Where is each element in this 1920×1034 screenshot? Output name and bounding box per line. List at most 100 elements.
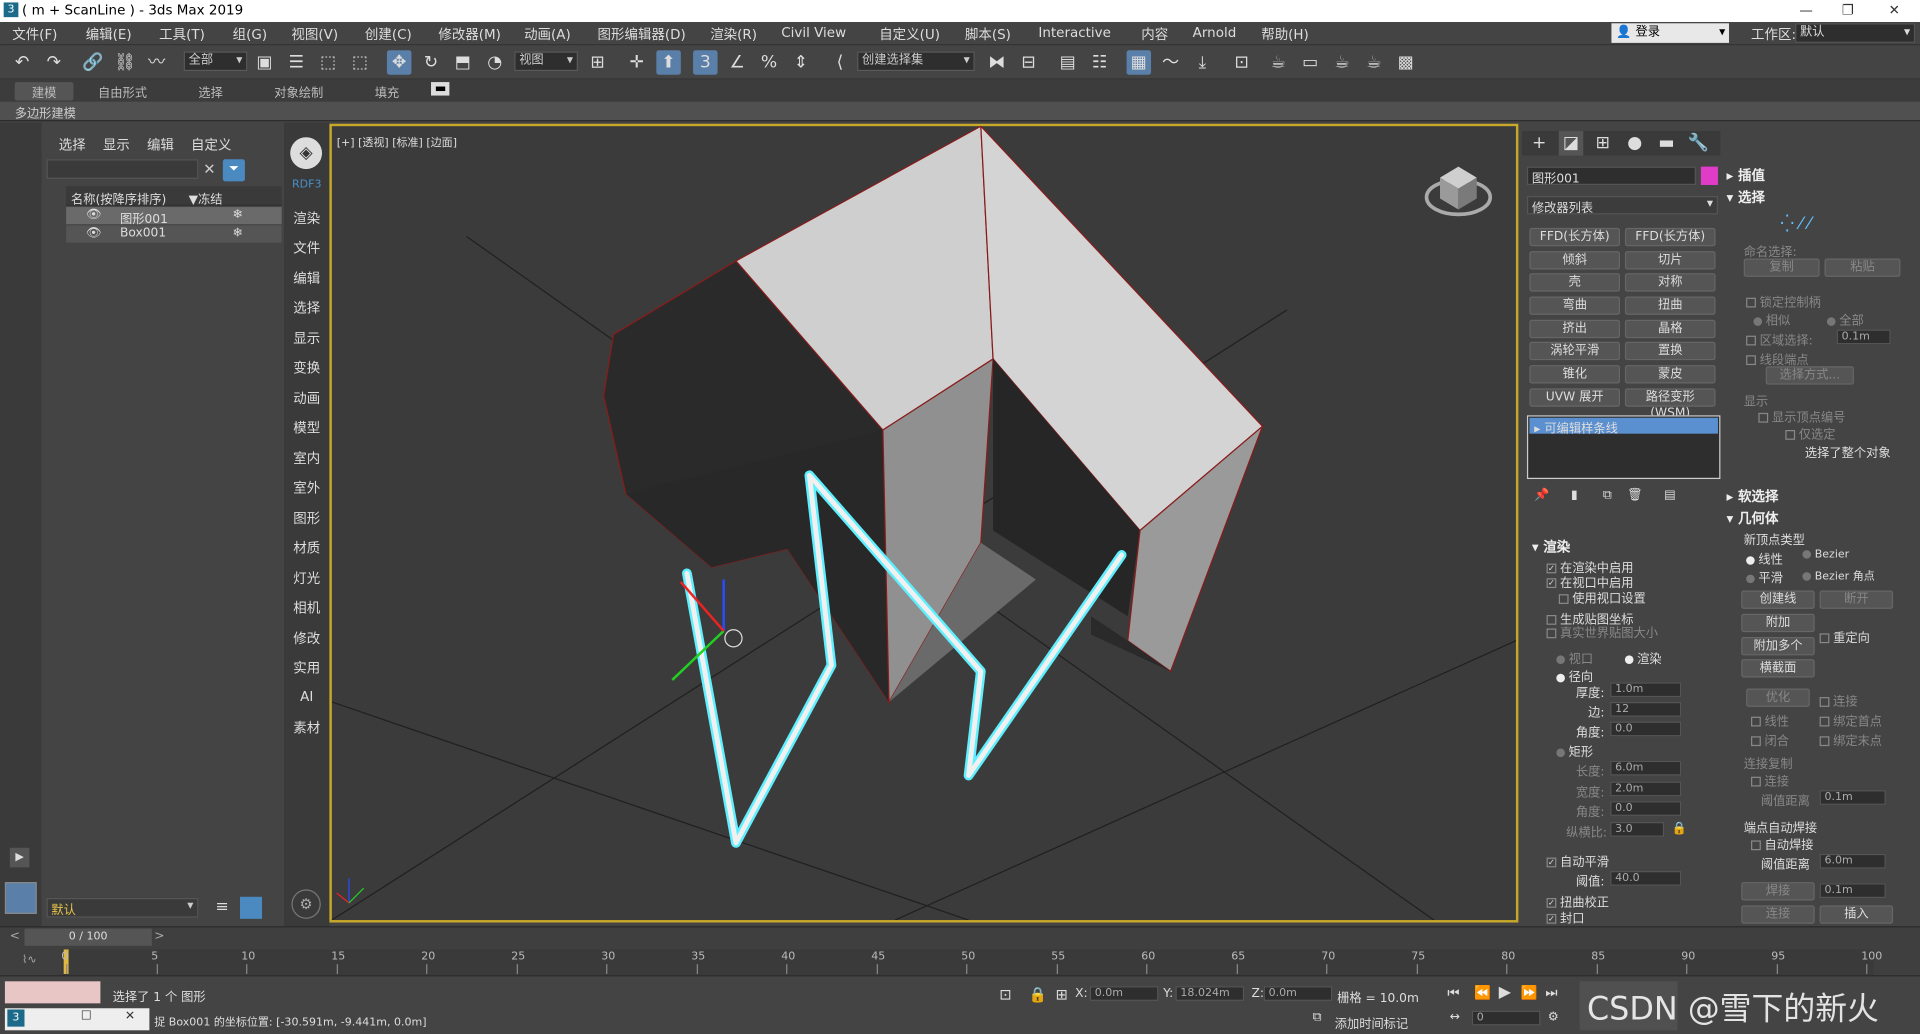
category-material[interactable]: 材质 (284, 538, 329, 558)
absolute-mode-icon[interactable]: ⊞ (1056, 986, 1068, 1003)
column-name-header[interactable]: 名称(按降序排序) (71, 189, 166, 207)
select-object-icon[interactable]: ▣ (252, 50, 276, 75)
bezier-corner-radio[interactable]: Bezier 角点 (1802, 567, 1875, 583)
menu-create[interactable]: 创建(C) (365, 25, 412, 45)
ribbon-tab-populate[interactable]: 填充 (375, 82, 399, 100)
render-production-icon[interactable]: ☕ (1330, 50, 1354, 75)
menu-animation[interactable]: 动画(A) (524, 25, 571, 45)
weld-spinner[interactable]: 0.1m (1819, 883, 1886, 898)
smooth-radio[interactable]: 平滑 (1746, 567, 1783, 586)
selection-rollout-header[interactable]: ▾ 选择 (1727, 187, 1765, 207)
menu-content[interactable]: 内容 (1141, 25, 1168, 45)
align-icon[interactable]: ⊟ (1016, 50, 1040, 75)
key-mode-icon[interactable]: ↔ (1450, 1011, 1460, 1024)
break-button[interactable]: 断开 (1819, 590, 1894, 609)
lock-handles-checkbox[interactable]: 锁定控制柄 (1746, 292, 1821, 310)
auto-weld-checkbox[interactable]: 自动焊接 (1751, 834, 1813, 853)
category-edit[interactable]: 编辑 (284, 268, 329, 288)
angle-spinner[interactable]: 0.0 (1610, 721, 1682, 737)
vertex-subobj-icon[interactable]: ⁛ ⁄ ⁄ (1780, 214, 1810, 234)
mod-lattice[interactable]: 晶格 (1624, 319, 1716, 339)
refine-button[interactable]: 优化 (1746, 688, 1810, 707)
create-line-button[interactable]: 创建线 (1741, 590, 1815, 609)
z-coordinate-field[interactable]: 0.0m (1263, 986, 1333, 1001)
weld-button[interactable]: 焊接 (1741, 882, 1815, 901)
play-icon[interactable]: ▶ (1499, 984, 1511, 1002)
render-rollout-header[interactable]: ▾ 渲染 (1532, 537, 1570, 557)
mod-taper[interactable]: 锥化 (1529, 365, 1621, 384)
maxscript-listener[interactable] (4, 981, 101, 1004)
y-coordinate-field[interactable]: 18.024m (1175, 986, 1245, 1001)
bind-spacewarp-icon[interactable]: 〰 (144, 50, 168, 75)
menu-interactive[interactable]: Interactive (1038, 25, 1111, 41)
table-row[interactable]: 👁 图形001 ❄ (66, 207, 282, 227)
hierarchy-tab-icon[interactable]: ⊞ (1591, 131, 1615, 156)
mod-displace[interactable]: 置换 (1624, 341, 1716, 361)
category-modify[interactable]: 修改 (284, 628, 329, 648)
unlink-icon[interactable]: ⛓ (113, 50, 137, 75)
mod-uvw-unwrap[interactable]: UVW 展开 (1529, 388, 1621, 407)
close-icon[interactable]: ✕ (125, 1009, 135, 1022)
render-setup-icon[interactable]: ☕ (1266, 50, 1290, 75)
category-file[interactable]: 文件 (284, 238, 329, 258)
selected-only-checkbox[interactable]: 仅选定 (1785, 424, 1836, 442)
category-display[interactable]: 显示 (284, 328, 329, 348)
workspace-dropdown[interactable]: 默认 ▾ (1795, 23, 1916, 43)
lock-selection-icon[interactable]: 🔒 (1029, 986, 1047, 1003)
motion-tab-icon[interactable]: ● (1622, 131, 1646, 156)
explorer-menu-edit[interactable]: 编辑 (147, 135, 174, 155)
category-assets[interactable]: 素材 (284, 718, 329, 738)
menu-scripting[interactable]: 脚本(S) (965, 25, 1011, 45)
all-radio[interactable]: 全部 (1826, 310, 1864, 328)
placement-icon[interactable]: ◔ (482, 50, 506, 75)
object-name-field[interactable]: 图形001 (1526, 166, 1696, 186)
ribbon-options-icon[interactable]: ▬ (431, 82, 450, 96)
time-tag-icon[interactable]: ⧉ (1313, 1011, 1322, 1024)
mod-shell[interactable]: 壳 (1529, 273, 1621, 292)
add-time-tag[interactable]: 添加时间标记 (1335, 1013, 1408, 1031)
paste-button[interactable]: 粘贴 (1824, 258, 1901, 277)
segment-end-checkbox[interactable]: 线段端点 (1746, 349, 1809, 368)
mod-skin[interactable]: 蒙皮 (1624, 365, 1716, 384)
undo-icon[interactable]: ↶ (10, 50, 34, 75)
length-spinner[interactable]: 6.0m (1610, 760, 1682, 776)
ribbon-tab-modeling[interactable]: 建模 (14, 82, 74, 101)
explorer-search-input[interactable] (46, 159, 199, 179)
auto-smooth-checkbox[interactable]: ✓ 自动平滑 (1546, 851, 1609, 870)
thickness-spinner[interactable]: 1.0m (1610, 682, 1682, 698)
ribbon-tab-selection[interactable]: 选择 (198, 82, 222, 100)
category-rdf3[interactable]: RDF3 (284, 179, 329, 191)
area-selection-spinner[interactable]: 0.1m (1836, 329, 1891, 345)
aspect-spinner[interactable]: 3.0 (1610, 822, 1665, 837)
weld-threshold-spinner[interactable]: 6.0m (1819, 853, 1886, 869)
alike-radio[interactable]: 相似 (1753, 310, 1790, 328)
show-end-result-icon[interactable]: ▮ (1571, 489, 1578, 502)
copy-button[interactable]: 复制 (1743, 258, 1820, 277)
menu-rendering[interactable]: 渲染(R) (710, 25, 757, 45)
filter-icon[interactable]: ⏷ (222, 159, 245, 182)
select-manipulate-icon[interactable]: ✛ (624, 50, 648, 75)
spinner-snap-icon[interactable]: ⇕ (789, 50, 813, 75)
linear-checkbox[interactable]: 线性 (1751, 711, 1789, 729)
remove-modifier-icon[interactable]: 🗑 (1627, 489, 1643, 502)
soft-selection-rollout-header[interactable]: ▸ 软选择 (1727, 486, 1779, 506)
gizmo-x-axis[interactable] (679, 581, 725, 632)
mod-turbosmooth[interactable]: 涡轮平滑 (1529, 341, 1621, 361)
viewport-layout-icon[interactable] (4, 882, 37, 914)
width-spinner[interactable]: 2.0m (1610, 781, 1682, 797)
cross-section-button[interactable]: 横截面 (1741, 659, 1815, 678)
percent-snap-icon[interactable]: % (757, 50, 781, 75)
category-utility[interactable]: 实用 (284, 658, 329, 678)
configure-sets-icon[interactable]: ▤ (1664, 489, 1676, 502)
menu-help[interactable]: 帮助(H) (1261, 25, 1309, 45)
utilities-tab-icon[interactable]: 🔧 (1686, 131, 1710, 156)
rotate-icon[interactable]: ↻ (419, 50, 443, 75)
viewport-radio[interactable]: 视口 (1556, 648, 1593, 666)
use-viewport-settings-checkbox[interactable]: 使用视口设置 (1558, 588, 1646, 606)
ribbon-toggle-icon[interactable]: ▦ (1126, 50, 1152, 75)
named-selection-icon[interactable]: ⟨ (828, 50, 852, 75)
object-color-swatch[interactable] (1700, 166, 1718, 185)
category-exterior[interactable]: 室外 (284, 478, 329, 498)
show-vertex-numbers-checkbox[interactable]: 显示顶点编号 (1758, 407, 1845, 425)
close-button[interactable]: ✕ (1876, 0, 1913, 22)
